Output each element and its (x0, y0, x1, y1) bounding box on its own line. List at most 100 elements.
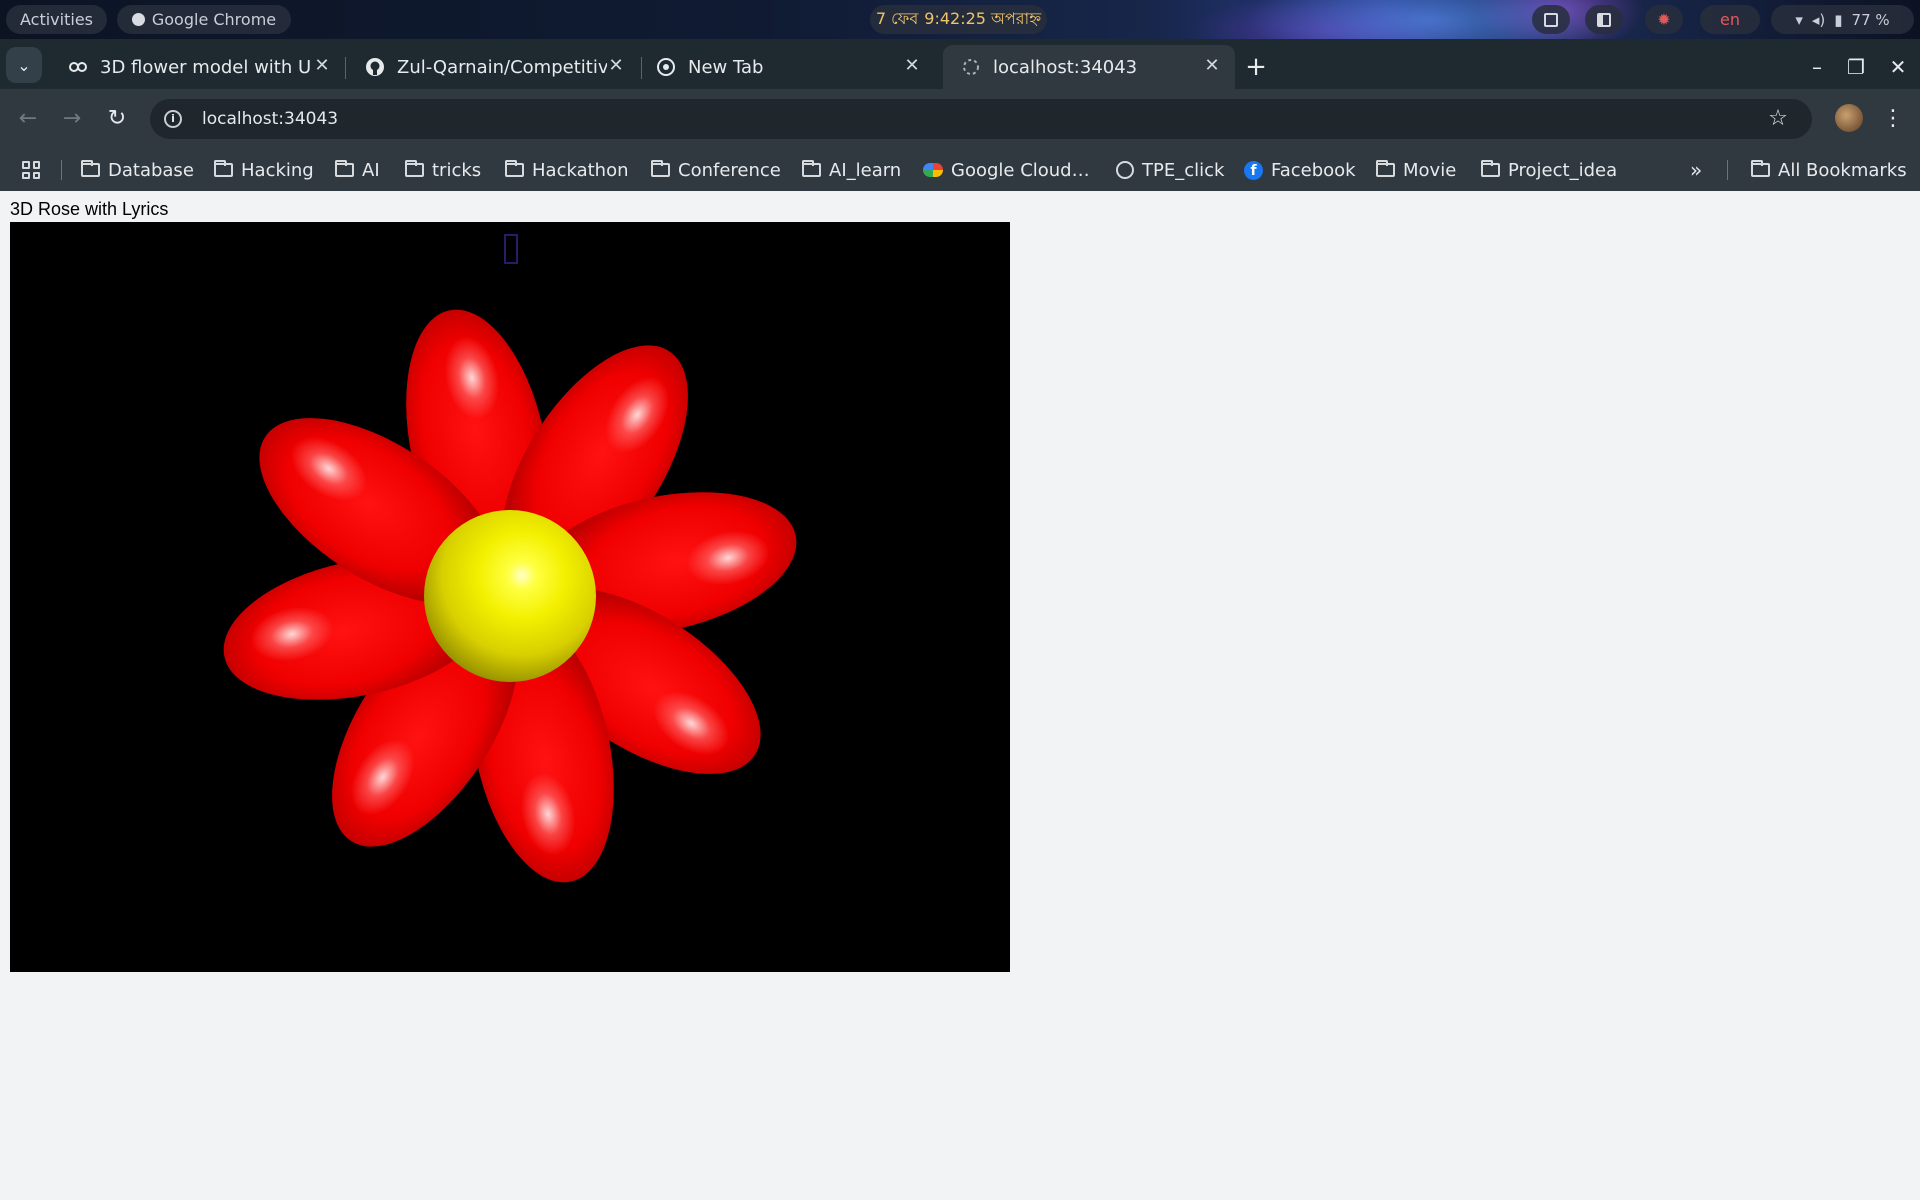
bookmark-label: Movie (1403, 159, 1457, 181)
close-window-button[interactable]: ✕ (1884, 53, 1912, 81)
address-bar[interactable]: i localhost:34043 ☆ (150, 99, 1812, 139)
clipboard-icon (1544, 12, 1558, 27)
wifi-icon: ▾ (1795, 10, 1803, 29)
close-tab-icon[interactable]: ✕ (605, 55, 627, 77)
app-menu-button[interactable]: Google Chrome (117, 5, 291, 34)
tab-3d-flower-model[interactable]: 3D flower model with UI ✕ (50, 45, 345, 89)
bookmark-conference[interactable]: Conference (651, 149, 781, 191)
lyrics-glyph-placeholder (504, 234, 518, 264)
chrome-menu-button[interactable]: ⋮ (1880, 103, 1906, 135)
bookmark-label: Hacking (241, 159, 314, 181)
clock-time: 9:42:25 অপরাহ্ন (924, 9, 1042, 28)
folder-icon (1481, 160, 1500, 177)
bookmark-label: TPE_click (1142, 159, 1225, 181)
bookmark-label: Project_idea (1508, 159, 1618, 181)
minimize-icon: – (1812, 55, 1822, 79)
gear-icon: ✹ (1657, 10, 1671, 29)
site-info-icon[interactable]: i (164, 110, 182, 128)
bookmark-database[interactable]: Database (81, 149, 194, 191)
all-bookmarks-button[interactable]: All Bookmarks (1751, 149, 1907, 191)
bookmark-hacking[interactable]: Hacking (214, 149, 314, 191)
bookmark-star-icon[interactable]: ☆ (1764, 105, 1792, 133)
bookmark-facebook[interactable]: f Facebook (1244, 149, 1356, 191)
close-tab-icon[interactable]: ✕ (901, 55, 923, 77)
bookmark-project-idea[interactable]: Project_idea (1481, 149, 1617, 191)
tab-github-competitive[interactable]: Zul-Qarnain/Competitive ✕ (347, 45, 639, 89)
battery-icon: ▮ (1834, 10, 1843, 29)
bookmark-ai-learn[interactable]: AI_learn (802, 149, 901, 191)
bookmark-label: AI (362, 159, 380, 181)
bookmark-hackathon[interactable]: Hackathon (505, 149, 629, 191)
tab-separator (345, 57, 346, 79)
bookmarks-bar: Database Hacking AI tricks Hackathon Con… (0, 149, 1920, 191)
layout-icon (1597, 12, 1611, 27)
reload-icon: ↻ (107, 106, 127, 131)
bookmark-ai[interactable]: AI (335, 149, 380, 191)
activities-label: Activities (20, 10, 93, 29)
system-status-menu[interactable]: ▾ ◂) ▮ 77 % (1771, 5, 1914, 34)
facebook-icon: f (1244, 160, 1263, 180)
bookmark-tpe-click[interactable]: TPE_click (1116, 149, 1224, 191)
tab-title: localhost:34043 (993, 56, 1138, 78)
restore-icon: ❐ (1847, 55, 1865, 79)
bookmark-label: Database (108, 159, 194, 181)
folder-icon (802, 160, 821, 177)
system-top-bar: Activities Google Chrome 7 ফেব 9:42:25 অ… (0, 0, 1920, 39)
app-menu-label: Google Chrome (151, 10, 277, 29)
3d-rose-canvas[interactable] (10, 222, 1010, 972)
new-tab-button[interactable]: + (1240, 52, 1272, 84)
arrow-right-icon: → (62, 106, 82, 131)
folder-icon (335, 160, 354, 177)
activities-button[interactable]: Activities (6, 5, 107, 34)
bookmarks-separator (61, 160, 62, 180)
address-bar-url: localhost:34043 (202, 109, 339, 129)
battery-percent: 77 % (1851, 10, 1890, 29)
page-heading: 3D Rose with Lyrics (10, 199, 169, 219)
apps-button[interactable] (22, 149, 40, 191)
folder-icon (505, 160, 524, 177)
close-tab-icon[interactable]: ✕ (1201, 55, 1223, 77)
folder-icon (214, 160, 233, 177)
github-icon (365, 57, 385, 77)
tab-new-tab[interactable]: New Tab ✕ (638, 45, 935, 89)
tray-settings-button[interactable]: ✹ (1645, 5, 1683, 34)
loading-icon (961, 57, 981, 77)
tab-title: 3D flower model with UI (100, 56, 310, 78)
tray-clipboard-button[interactable] (1532, 5, 1570, 34)
clock-date: 7 ফেব (875, 9, 919, 28)
tab-search-button[interactable]: ⌄ (6, 47, 42, 83)
profile-avatar[interactable] (1835, 104, 1863, 132)
flower-center (424, 510, 596, 682)
more-bookmarks-button[interactable]: » (1690, 149, 1702, 191)
folder-icon (1751, 160, 1770, 177)
folder-icon (81, 160, 100, 177)
chrome-app-icon (131, 13, 145, 26)
close-tab-icon[interactable]: ✕ (311, 55, 333, 77)
copilot-icon (68, 57, 88, 77)
close-icon: ✕ (1889, 55, 1907, 79)
bookmark-movie[interactable]: Movie (1376, 149, 1456, 191)
tray-layout-button[interactable] (1585, 5, 1623, 34)
google-cloud-icon (923, 163, 943, 177)
bookmarks-separator (1727, 160, 1728, 180)
minimize-button[interactable]: – (1803, 53, 1831, 81)
bookmark-label: tricks (432, 159, 482, 181)
restore-button[interactable]: ❐ (1842, 53, 1870, 81)
bookmark-tricks[interactable]: tricks (405, 149, 481, 191)
tab-title: New Tab (688, 56, 764, 78)
browser-toolbar: ← → ↻ i localhost:34043 ☆ ⋮ (0, 89, 1920, 149)
forward-button[interactable]: → (56, 103, 88, 135)
back-button[interactable]: ← (12, 103, 44, 135)
folder-icon (405, 160, 424, 177)
keyboard-layout-button[interactable]: en (1700, 5, 1760, 34)
tab-localhost[interactable]: localhost:34043 ✕ (943, 45, 1235, 89)
clock-button[interactable]: 7 ফেব 9:42:25 অপরাহ্ন (870, 5, 1047, 34)
bookmark-google-cloud[interactable]: Google Cloud… (923, 149, 1090, 191)
folder-icon (651, 160, 670, 177)
reload-button[interactable]: ↻ (101, 103, 133, 135)
kebab-menu-icon: ⋮ (1882, 106, 1904, 131)
double-chevron-right-icon: » (1690, 158, 1703, 182)
tab-title: Zul-Qarnain/Competitive (397, 56, 607, 78)
chrome-icon (656, 57, 676, 77)
apps-grid-icon (22, 161, 40, 179)
